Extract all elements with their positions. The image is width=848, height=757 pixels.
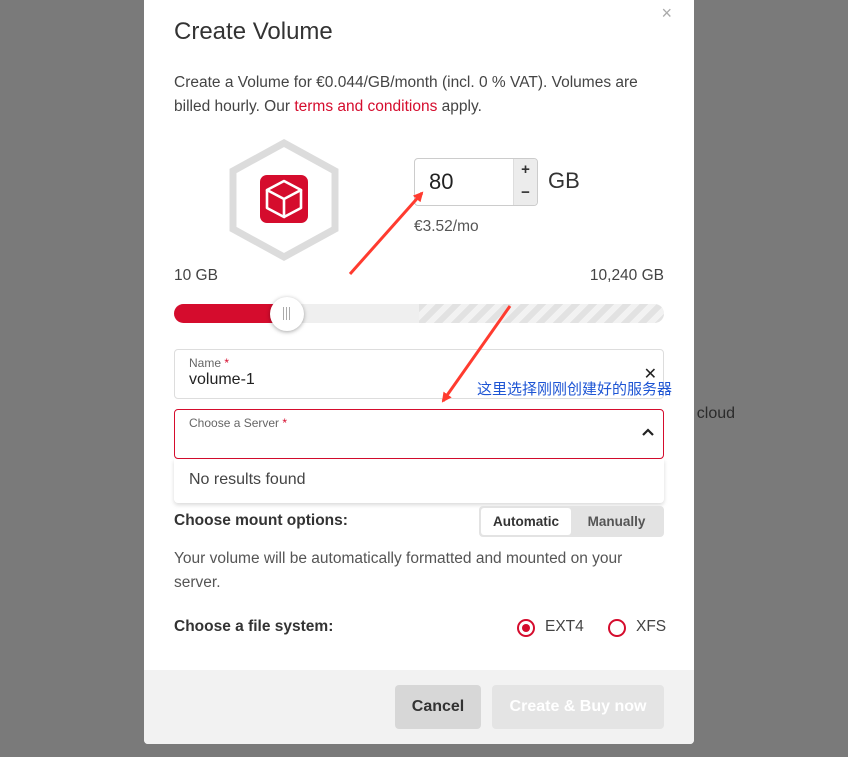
radio-ext4-label[interactable]: EXT4 (545, 618, 584, 636)
server-input[interactable] (189, 431, 629, 449)
increment-button[interactable]: + (514, 159, 537, 182)
filesystem-label: Choose a file system: (174, 618, 334, 635)
modal-title: Create Volume (174, 18, 333, 45)
mount-option-manually[interactable]: Manually (571, 508, 662, 535)
terms-link[interactable]: terms and conditions (294, 98, 437, 115)
handle-grip-line (283, 307, 284, 320)
modal-description: Create a Volume for €0.044/GB/month (inc… (174, 71, 664, 119)
monthly-price: €3.52/mo (414, 218, 479, 235)
size-stepper: + − (414, 158, 538, 206)
server-label-text: Choose a Server (189, 416, 280, 430)
slider-handle[interactable] (270, 297, 304, 331)
handle-grip-line (286, 307, 287, 320)
close-icon[interactable]: × (661, 4, 672, 22)
stepper-controls: + − (513, 159, 537, 205)
create-volume-modal: × Create Volume Create a Volume for €0.0… (144, 0, 694, 744)
server-select[interactable]: Choose a Server * (174, 409, 664, 459)
server-field-label: Choose a Server * (189, 416, 287, 430)
mount-toggle: Automatic Manually (479, 506, 664, 537)
cancel-button[interactable]: Cancel (395, 685, 481, 729)
name-field-label: Name * (189, 356, 229, 370)
slider-min-label: 10 GB (174, 267, 218, 284)
mount-options-label: Choose mount options: (174, 512, 348, 529)
slider-max-label: 10,240 GB (589, 267, 664, 284)
handle-grip-line (289, 307, 290, 320)
size-input[interactable] (415, 159, 513, 205)
required-mark: * (224, 356, 230, 370)
radio-xfs[interactable] (608, 619, 626, 637)
radio-ext4[interactable] (517, 619, 535, 637)
server-dropdown: No results found (174, 459, 664, 503)
mount-option-automatic[interactable]: Automatic (481, 508, 571, 535)
create-buy-button[interactable]: Create & Buy now (492, 685, 664, 729)
name-label-text: Name (189, 356, 222, 370)
mount-description: Your volume will be automatically format… (174, 550, 623, 591)
no-results-text: No results found (189, 471, 306, 488)
background-partial-text: r cloud (687, 405, 736, 422)
volume-hexagon-icon (228, 139, 340, 261)
chevron-up-icon[interactable] (641, 424, 655, 442)
required-mark: * (282, 416, 288, 430)
description-suffix: apply. (437, 98, 482, 115)
radio-xfs-label[interactable]: XFS (636, 618, 666, 636)
annotation-text: 这里选择刚刚创建好的服务器 (477, 380, 673, 398)
slider-unavailable-range (419, 304, 664, 323)
size-slider-track[interactable] (174, 304, 664, 323)
decrement-button[interactable]: − (514, 182, 537, 205)
size-unit: GB (548, 168, 580, 193)
